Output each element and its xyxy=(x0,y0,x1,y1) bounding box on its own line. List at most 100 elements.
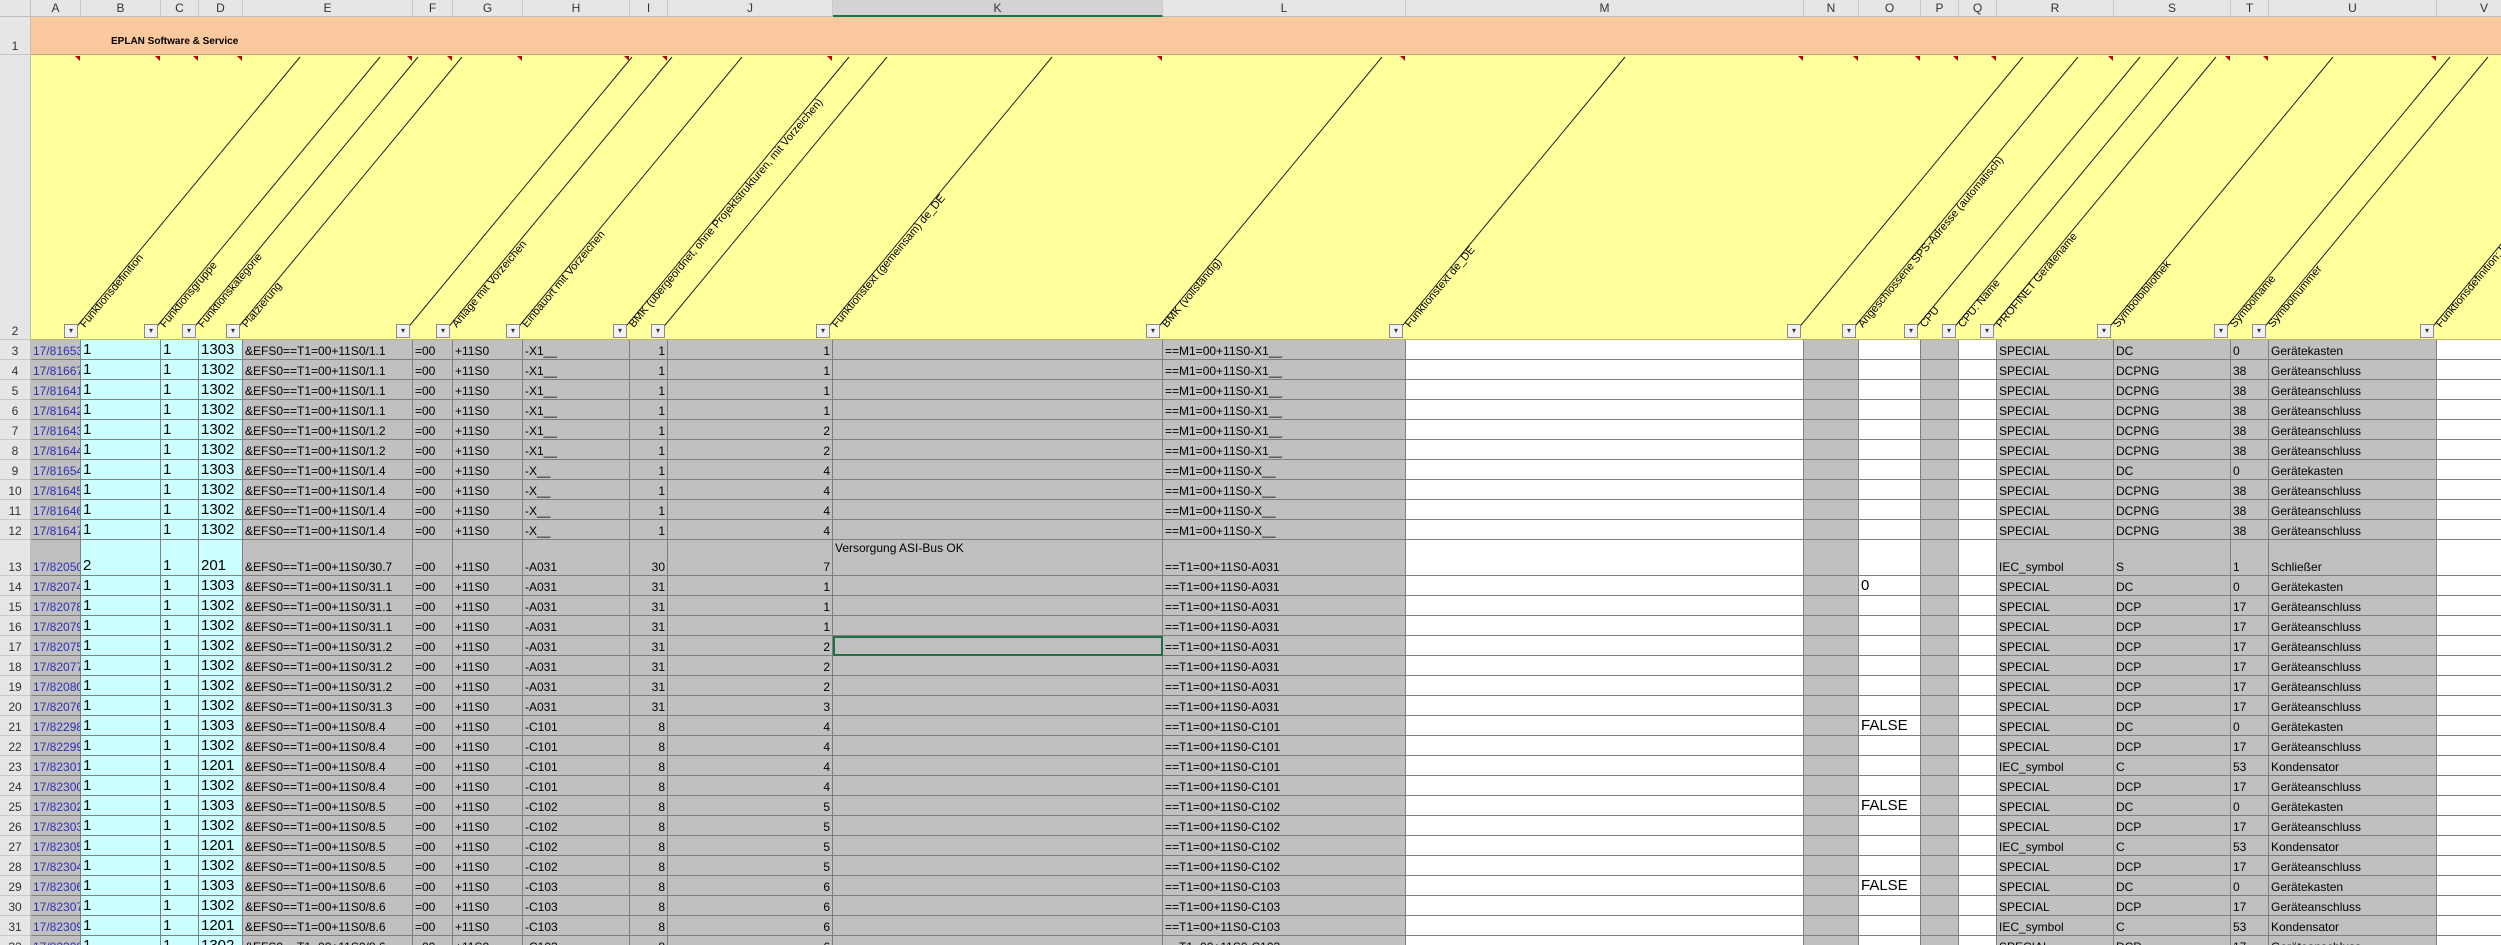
cell-c30[interactable]: 1 xyxy=(161,896,199,916)
filter-dropdown-icon[interactable]: ▾ xyxy=(144,324,158,338)
cell-v19[interactable] xyxy=(2437,676,2501,696)
cell-l7[interactable]: ==M1=00+11S0-X1__ xyxy=(1163,420,1406,440)
cell-i20[interactable]: 31 xyxy=(630,696,668,716)
cell-i29[interactable]: 8 xyxy=(630,876,668,896)
cell-h16[interactable]: -A031 xyxy=(523,616,630,636)
cell-l16[interactable]: ==T1=00+11S0-A031 xyxy=(1163,616,1406,636)
cell-f19[interactable]: =00 xyxy=(413,676,453,696)
comment-indicator-icon[interactable] xyxy=(237,56,242,61)
cell-v4[interactable] xyxy=(2437,360,2501,380)
cell-p28[interactable] xyxy=(1921,856,1959,876)
cell-f32[interactable]: =00 xyxy=(413,936,453,945)
cell-p22[interactable] xyxy=(1921,736,1959,756)
cell-t25[interactable]: 0 xyxy=(2231,796,2269,816)
cell-i6[interactable]: 1 xyxy=(630,400,668,420)
cell-f30[interactable]: =00 xyxy=(413,896,453,916)
comment-indicator-icon[interactable] xyxy=(2263,56,2268,61)
cell-b20[interactable]: 1 xyxy=(81,696,161,716)
cell-u28[interactable]: Geräteanschluss xyxy=(2269,856,2437,876)
cell-n26[interactable] xyxy=(1804,816,1859,836)
cell-t13[interactable]: 1 xyxy=(2231,540,2269,576)
cell-i23[interactable]: 8 xyxy=(630,756,668,776)
cell-n20[interactable] xyxy=(1804,696,1859,716)
cell-d11[interactable]: 1302 xyxy=(199,500,243,520)
cell-i32[interactable]: 8 xyxy=(630,936,668,945)
cell-c16[interactable]: 1 xyxy=(161,616,199,636)
cell-g8[interactable]: +11S0 xyxy=(453,440,523,460)
column-header-a[interactable]: A xyxy=(31,0,81,17)
row-header-9[interactable]: 9 xyxy=(0,460,31,480)
column-header-m[interactable]: M xyxy=(1406,0,1804,17)
cell-d6[interactable]: 1302 xyxy=(199,400,243,420)
cell-i14[interactable]: 31 xyxy=(630,576,668,596)
comment-indicator-icon[interactable] xyxy=(1953,56,1958,61)
cell-n10[interactable] xyxy=(1804,480,1859,500)
cell-o5[interactable] xyxy=(1859,380,1921,400)
cell-d13[interactable]: 201 xyxy=(199,540,243,576)
cell-m23[interactable] xyxy=(1406,756,1804,776)
cell-a32[interactable]: 17/82308 xyxy=(31,936,81,945)
cell-q21[interactable] xyxy=(1959,716,1997,736)
cell-g18[interactable]: +11S0 xyxy=(453,656,523,676)
cell-s8[interactable]: DCPNG xyxy=(2114,440,2231,460)
cell-d19[interactable]: 1302 xyxy=(199,676,243,696)
comment-indicator-icon[interactable] xyxy=(1798,56,1803,61)
cell-k21[interactable] xyxy=(833,716,1163,736)
cell-e10[interactable]: &EFS0==T1=00+11S0/1.4 xyxy=(243,480,413,500)
cell-c13[interactable]: 1 xyxy=(161,540,199,576)
cell-s14[interactable]: DC xyxy=(2114,576,2231,596)
cell-k11[interactable] xyxy=(833,500,1163,520)
cell-h28[interactable]: -C102 xyxy=(523,856,630,876)
cell-p9[interactable] xyxy=(1921,460,1959,480)
cell-n31[interactable] xyxy=(1804,916,1859,936)
cell-c22[interactable]: 1 xyxy=(161,736,199,756)
cell-p32[interactable] xyxy=(1921,936,1959,945)
cell-g10[interactable]: +11S0 xyxy=(453,480,523,500)
cell-c20[interactable]: 1 xyxy=(161,696,199,716)
column-header-v[interactable]: V xyxy=(2437,0,2501,17)
cell-m17[interactable] xyxy=(1406,636,1804,656)
cell-f25[interactable]: =00 xyxy=(413,796,453,816)
comment-indicator-icon[interactable] xyxy=(1400,56,1405,61)
cell-a31[interactable]: 17/82309 xyxy=(31,916,81,936)
cell-r22[interactable]: SPECIAL xyxy=(1997,736,2114,756)
column-header-r[interactable]: R xyxy=(1997,0,2114,17)
cell-n6[interactable] xyxy=(1804,400,1859,420)
cell-a11[interactable]: 17/81646 xyxy=(31,500,81,520)
cell-l13[interactable]: ==T1=00+11S0-A031 xyxy=(1163,540,1406,576)
cell-l21[interactable]: ==T1=00+11S0-C101 xyxy=(1163,716,1406,736)
cell-j19[interactable]: 2 xyxy=(668,676,833,696)
cell-v24[interactable] xyxy=(2437,776,2501,796)
cell-f15[interactable]: =00 xyxy=(413,596,453,616)
cell-h30[interactable]: -C103 xyxy=(523,896,630,916)
cell-q28[interactable] xyxy=(1959,856,1997,876)
cell-v28[interactable] xyxy=(2437,856,2501,876)
cell-g22[interactable]: +11S0 xyxy=(453,736,523,756)
cell-i30[interactable]: 8 xyxy=(630,896,668,916)
cell-v12[interactable] xyxy=(2437,520,2501,540)
cell-r16[interactable]: SPECIAL xyxy=(1997,616,2114,636)
filter-dropdown-icon[interactable]: ▾ xyxy=(506,324,520,338)
cell-c3[interactable]: 1 xyxy=(161,340,199,360)
cell-c19[interactable]: 1 xyxy=(161,676,199,696)
cell-b19[interactable]: 1 xyxy=(81,676,161,696)
cell-f24[interactable]: =00 xyxy=(413,776,453,796)
cell-h20[interactable]: -A031 xyxy=(523,696,630,716)
cell-k31[interactable] xyxy=(833,916,1163,936)
cell-q10[interactable] xyxy=(1959,480,1997,500)
cell-u3[interactable]: Gerätekasten xyxy=(2269,340,2437,360)
cell-g11[interactable]: +11S0 xyxy=(453,500,523,520)
cell-q30[interactable] xyxy=(1959,896,1997,916)
cell-q32[interactable] xyxy=(1959,936,1997,945)
cell-q20[interactable] xyxy=(1959,696,1997,716)
cell-n22[interactable] xyxy=(1804,736,1859,756)
cell-s27[interactable]: C xyxy=(2114,836,2231,856)
cell-l20[interactable]: ==T1=00+11S0-A031 xyxy=(1163,696,1406,716)
cell-d16[interactable]: 1302 xyxy=(199,616,243,636)
cell-c12[interactable]: 1 xyxy=(161,520,199,540)
cell-f28[interactable]: =00 xyxy=(413,856,453,876)
cell-a21[interactable]: 17/82298 xyxy=(31,716,81,736)
cell-s15[interactable]: DCP xyxy=(2114,596,2231,616)
cell-v26[interactable] xyxy=(2437,816,2501,836)
filter-dropdown-icon[interactable]: ▾ xyxy=(226,324,240,338)
